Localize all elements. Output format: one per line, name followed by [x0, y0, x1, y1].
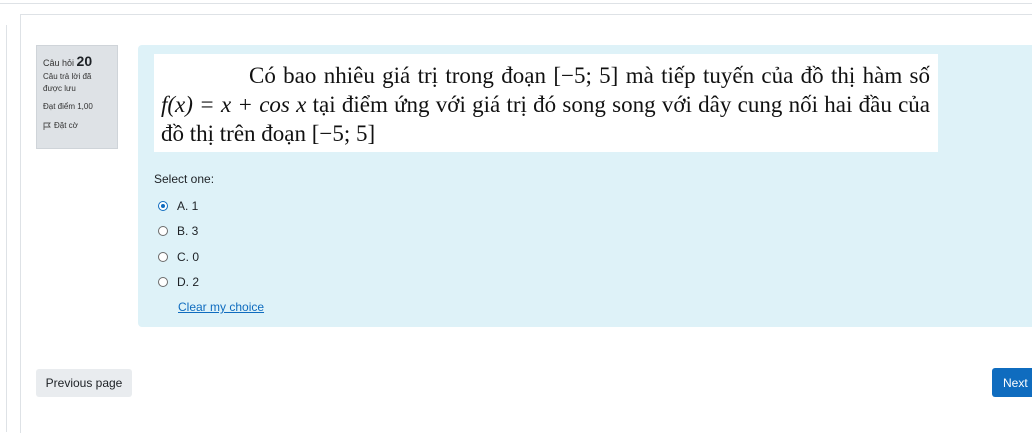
left-divider [6, 25, 7, 432]
question-grade: Đạt điểm 1,00 [43, 102, 93, 111]
question-info-panel: Câu hỏi 20 Câu trả lời đã được lưu Đạt đ… [36, 45, 118, 149]
question-line1: Có bao nhiêu giá trị trong đoạn [249, 63, 546, 88]
question-interval-2: [−5; 5] [311, 121, 376, 146]
question-state: Câu trả lời đã được lưu [43, 72, 92, 93]
question-text: Có bao nhiêu giá trị trong đoạn [−5; 5] … [154, 54, 938, 148]
question-line1-tail: mà tiếp tuyến của đồ thị [625, 63, 856, 88]
radio-option-b[interactable] [158, 226, 168, 237]
question-interval-1: [−5; 5] [553, 63, 619, 88]
top-divider [0, 0, 1032, 4]
question-line2-head: hàm số [862, 63, 931, 88]
answer-option-label: D. 2 [177, 275, 200, 290]
answer-options: A. 1 B. 3 C. 0 D. 2 [158, 193, 199, 295]
answer-option-c[interactable]: C. 0 [158, 244, 199, 270]
answer-option-d[interactable]: D. 2 [158, 270, 199, 296]
answer-option-a[interactable]: A. 1 [158, 193, 199, 219]
radio-option-a[interactable] [158, 200, 168, 211]
question-formulation: Có bao nhiêu giá trị trong đoạn [−5; 5] … [138, 45, 1032, 327]
select-prompt: Select one: [154, 172, 215, 186]
question-number-value: 20 [76, 53, 93, 69]
flag-icon [43, 122, 51, 130]
clear-choice-link[interactable]: Clear my choice [178, 300, 264, 314]
radio-option-d[interactable] [158, 277, 168, 288]
question-line2-tail: tại điểm ứng với giá trị đó song song vớ… [312, 92, 783, 117]
question-function: f(x) = x + cos x [161, 92, 307, 117]
question-number: Câu hỏi 20 [43, 53, 111, 69]
flag-label: Đặt cờ [54, 121, 78, 130]
page: Câu hỏi 20 Câu trả lời đã được lưu Đạt đ… [0, 0, 1032, 433]
answer-option-b[interactable]: B. 3 [158, 219, 199, 245]
radio-option-c[interactable] [158, 251, 168, 262]
flag-question-button[interactable]: Đặt cờ [43, 120, 111, 132]
question-text-image: Có bao nhiêu giá trị trong đoạn [−5; 5] … [154, 54, 938, 152]
question-number-label: Câu hỏi [43, 58, 75, 68]
answer-option-label: A. 1 [177, 198, 199, 213]
answer-option-label: C. 0 [177, 249, 200, 264]
previous-page-button[interactable]: Previous page [36, 369, 132, 397]
answer-option-label: B. 3 [177, 224, 199, 239]
next-page-button[interactable]: Next [992, 368, 1032, 397]
